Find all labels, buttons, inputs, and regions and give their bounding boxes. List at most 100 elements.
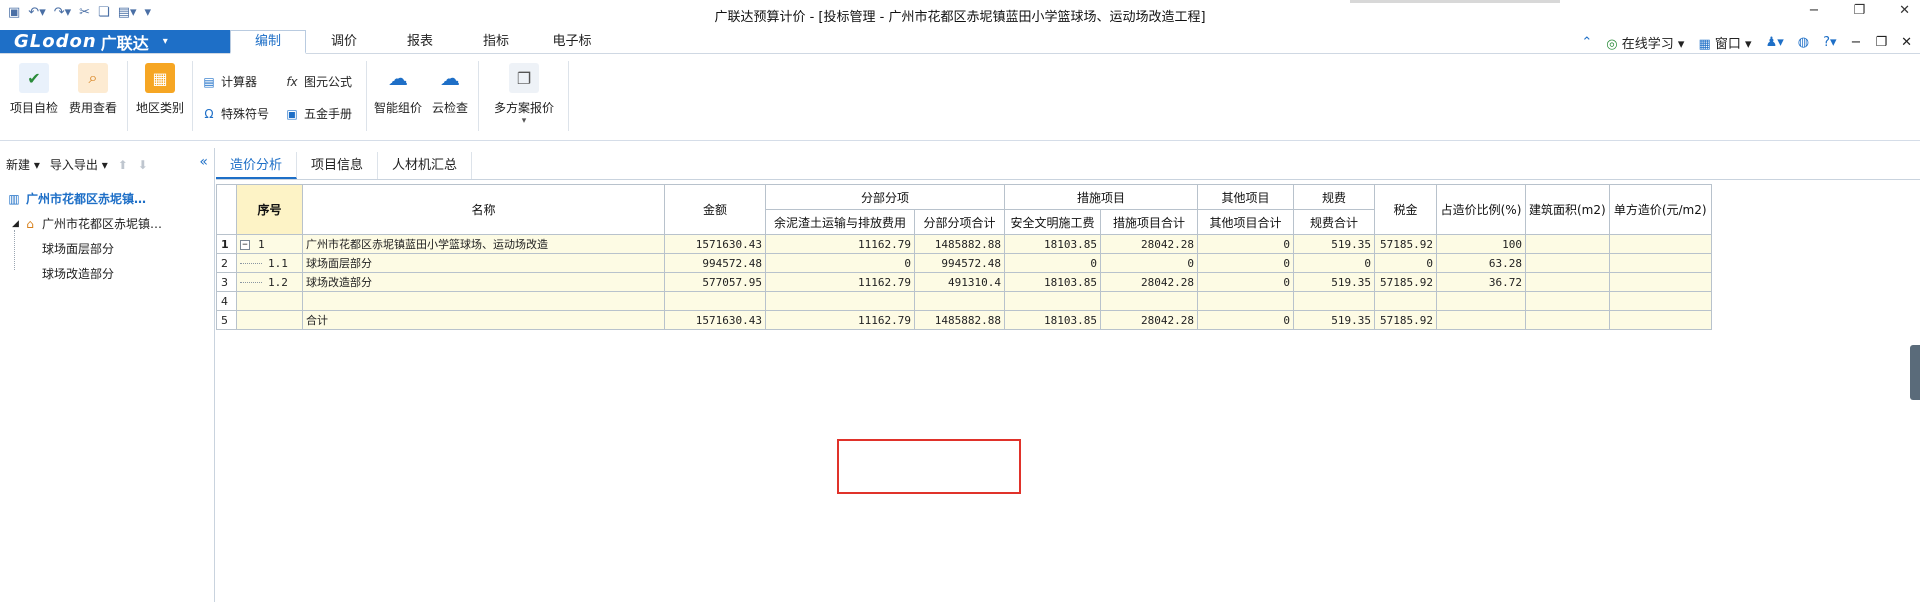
cell-area[interactable] (1525, 272, 1610, 292)
cell-ynzt[interactable]: 11162.79 (765, 310, 915, 330)
cell-aqwm[interactable]: 18103.85 (1004, 310, 1101, 330)
header-aqwm[interactable]: 安全文明施工费 (1004, 209, 1101, 235)
header-fbfx[interactable]: 分部分项 (765, 184, 1005, 210)
cell-name[interactable]: 球场面层部分 (302, 253, 665, 273)
cell-unit[interactable] (1608, 234, 1712, 254)
cell-aqwm[interactable]: 18103.85 (1004, 272, 1101, 292)
smart-pricing-button[interactable]: ☁ 智能组价 (374, 63, 422, 116)
cell-qtxm[interactable]: 0 (1197, 253, 1294, 273)
cell-amount[interactable] (664, 291, 766, 311)
row-number[interactable]: 3 (216, 272, 237, 292)
calculator-button[interactable]: ▤ 计算器 (202, 73, 257, 90)
tab-cost-analysis[interactable]: 造价分析 (216, 152, 298, 179)
service-icon[interactable]: ◍ (1798, 35, 1809, 50)
cell-csxm[interactable]: 28042.28 (1100, 234, 1198, 254)
cell-qtxm[interactable] (1197, 291, 1294, 311)
row-number[interactable]: 1 (216, 234, 237, 254)
cell-tax[interactable] (1374, 291, 1437, 311)
cell-seq[interactable]: 1.1 (236, 253, 303, 273)
cell-tax[interactable]: 0 (1374, 253, 1437, 273)
header-fbfx-total[interactable]: 分部分项合计 (914, 209, 1005, 235)
collapse-icon[interactable]: − (240, 239, 250, 250)
cell-amount[interactable]: 1571630.43 (664, 310, 766, 330)
cell-name[interactable]: 合计 (302, 310, 665, 330)
tree-leaf[interactable]: 球场面层部分 (6, 236, 211, 261)
cell-ratio[interactable]: 36.72 (1436, 272, 1526, 292)
cost-view-button[interactable]: ⌕ 费用查看 (69, 63, 117, 116)
row-number[interactable]: 5 (216, 310, 237, 330)
header-csxm[interactable]: 措施项目 (1004, 184, 1198, 210)
header-tax[interactable]: 税金 (1374, 184, 1437, 235)
tree-root[interactable]: ▥ 广州市花都区赤坭镇… (6, 186, 211, 211)
cell-unit[interactable] (1608, 310, 1712, 330)
special-symbol-button[interactable]: Ω 特殊符号 (202, 105, 269, 122)
hardware-manual-button[interactable]: ▣ 五金手册 (285, 105, 352, 122)
tab-labor-material-summary[interactable]: 人材机汇总 (378, 152, 473, 179)
cell-csxm[interactable]: 28042.28 (1100, 310, 1198, 330)
cell-fbfx[interactable]: 1485882.88 (914, 310, 1005, 330)
tab-dianzibiao[interactable]: 电子标 (534, 30, 610, 54)
help-icon[interactable]: ?▾ (1823, 35, 1836, 50)
tree-leaf[interactable]: 球场改造部分 (6, 261, 211, 286)
cell-aqwm[interactable]: 18103.85 (1004, 234, 1101, 254)
doc-minimize-button[interactable]: − (1851, 35, 1862, 50)
header-name[interactable]: 名称 (302, 184, 665, 235)
cell-seq[interactable] (236, 310, 303, 330)
cell-amount[interactable]: 1571630.43 (664, 234, 766, 254)
user-icon[interactable]: ♟▾ (1766, 35, 1784, 50)
restore-button[interactable]: ❐ (1853, 3, 1865, 18)
cell-qtxm[interactable]: 0 (1197, 310, 1294, 330)
cell-name[interactable]: 球场改造部分 (302, 272, 665, 292)
cell-area[interactable] (1525, 234, 1610, 254)
table-row[interactable]: 5 合计 1571630.43 11162.79 1485882.88 18103.85 2… (216, 310, 1712, 330)
cell-qtxm[interactable]: 0 (1197, 272, 1294, 292)
cell-aqwm[interactable]: 0 (1004, 253, 1101, 273)
cell-ynzt[interactable] (765, 291, 915, 311)
app-menu-button[interactable]: GLodon 广联达 ▾ (0, 30, 230, 53)
header-area[interactable]: 建筑面积(m2) (1525, 184, 1610, 235)
cell-amount[interactable]: 577057.95 (664, 272, 766, 292)
cell-name[interactable]: 广州市花都区赤坭镇蓝田小学篮球场、运动场改造 (302, 234, 665, 254)
cell-gf[interactable]: 0 (1293, 253, 1375, 273)
cell-area[interactable] (1525, 291, 1610, 311)
header-ratio[interactable]: 占造价比例(%) (1436, 184, 1526, 235)
table-row[interactable]: 1−1 广州市花都区赤坭镇蓝田小学篮球场、运动场改造 1571630.43 11162… (216, 234, 1712, 254)
header-csxm-total[interactable]: 措施项目合计 (1100, 209, 1198, 235)
new-button[interactable]: 新建 ▾ (6, 156, 40, 173)
cell-ratio[interactable] (1436, 291, 1526, 311)
tab-bianzhi[interactable]: 编制 (230, 30, 306, 54)
row-number[interactable]: 4 (216, 291, 237, 311)
close-button[interactable]: ✕ (1899, 3, 1910, 18)
cell-ratio[interactable]: 100 (1436, 234, 1526, 254)
header-unit-price[interactable]: 单方造价(元/m2) (1608, 184, 1712, 235)
project-selfcheck-button[interactable]: ✔ 项目自检 (10, 63, 58, 116)
collapse-panel-icon[interactable]: « (199, 154, 208, 170)
import-export-button[interactable]: 导入导出 ▾ (50, 156, 108, 173)
doc-restore-button[interactable]: ❐ (1875, 35, 1887, 50)
side-scroll-handle[interactable] (1910, 345, 1920, 400)
move-up-icon[interactable]: ⬆ (118, 158, 128, 172)
cell-ratio[interactable] (1436, 310, 1526, 330)
cell-fbfx[interactable] (914, 291, 1005, 311)
expand-arrow-icon[interactable]: ◢ (12, 219, 22, 229)
cell-unit[interactable] (1608, 291, 1712, 311)
cell-fbfx[interactable]: 491310.4 (914, 272, 1005, 292)
cell-ynzt[interactable]: 11162.79 (765, 234, 915, 254)
row-number[interactable]: 2 (216, 253, 237, 273)
cell-aqwm[interactable] (1004, 291, 1101, 311)
cell-qtxm[interactable]: 0 (1197, 234, 1294, 254)
tab-tiaojia[interactable]: 调价 (306, 30, 382, 54)
cell-tax[interactable]: 57185.92 (1374, 234, 1437, 254)
formula-button[interactable]: fx 图元公式 (285, 73, 352, 90)
cell-fbfx[interactable]: 1485882.88 (914, 234, 1005, 254)
cell-seq[interactable]: 1.2 (236, 272, 303, 292)
header-qtxm[interactable]: 其他项目 (1197, 184, 1294, 210)
header-qtxm-total[interactable]: 其他项目合计 (1197, 209, 1294, 235)
cell-unit[interactable] (1608, 272, 1712, 292)
cell-fbfx[interactable]: 994572.48 (914, 253, 1005, 273)
cell-gf[interactable]: 519.35 (1293, 234, 1375, 254)
header-amount[interactable]: 金额 (664, 184, 766, 235)
cell-gf[interactable]: 519.35 (1293, 310, 1375, 330)
collapse-ribbon-icon[interactable]: ⌃ (1581, 35, 1592, 50)
cell-ynzt[interactable]: 0 (765, 253, 915, 273)
